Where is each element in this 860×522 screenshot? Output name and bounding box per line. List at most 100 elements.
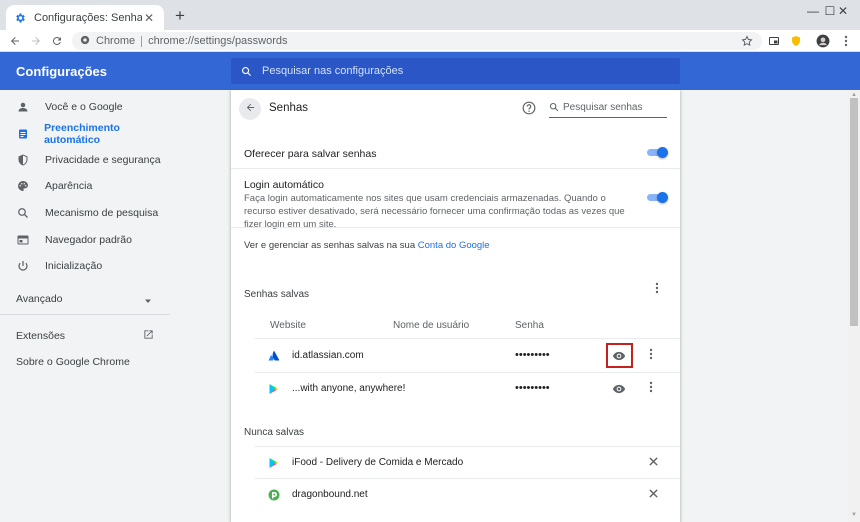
- palette-icon: [16, 179, 30, 193]
- masked-password: •••••••••: [515, 382, 550, 394]
- site-chip-label: Chrome: [96, 35, 136, 47]
- settings-header: Configurações Pesquisar nas configuraçõe…: [0, 52, 860, 90]
- person-icon: [16, 100, 30, 114]
- highlight-box: [606, 343, 633, 368]
- profile-avatar[interactable]: [815, 33, 831, 49]
- new-tab-button[interactable]: +: [172, 7, 188, 24]
- caret-down-icon[interactable]: [144, 294, 152, 308]
- never-saved-title: Nunca salvas: [244, 427, 305, 438]
- sidebar-item-startup[interactable]: Inicialização: [0, 254, 170, 278]
- sidebar-item-label: Mecanismo de pesquisa: [45, 207, 159, 219]
- sidebar-item-about[interactable]: Sobre o Google Chrome: [16, 356, 130, 368]
- saved-site-name: ...with anyone, anywhere!: [292, 383, 406, 394]
- scroll-down-arrow-icon[interactable]: ▼: [848, 510, 860, 520]
- show-password-eye-icon[interactable]: [612, 382, 626, 396]
- help-icon[interactable]: [522, 101, 536, 115]
- sidebar-item-label: Você e o Google: [45, 101, 123, 113]
- dragonbound-icon: [268, 489, 280, 501]
- url-text: chrome://settings/passwords: [148, 35, 288, 47]
- remove-close-icon[interactable]: [648, 456, 660, 468]
- manage-passwords-text: Ver e gerenciar as senhas salvas na sua …: [244, 240, 490, 251]
- settings-title: Configurações: [16, 64, 108, 79]
- extension-shield-icon[interactable]: [788, 33, 804, 49]
- page-title: Senhas: [269, 102, 309, 114]
- menu-dots-icon[interactable]: [838, 33, 854, 49]
- auto-signin-label: Login automático: [244, 179, 324, 191]
- browser-titlebar: Configurações: Senhas ✕ + — ☐ ✕: [0, 0, 860, 30]
- scrollbar-thumb[interactable]: [850, 98, 858, 326]
- column-username: Nome de usuário: [393, 320, 470, 331]
- sidebar-item-label: Privacidade e segurança: [45, 154, 161, 166]
- play-store-icon: [268, 383, 280, 395]
- sidebar-item-autofill[interactable]: Preenchimento automático: [0, 122, 170, 146]
- row-more-icon[interactable]: [649, 381, 659, 397]
- forward-arrow-icon[interactable]: [27, 32, 45, 50]
- sidebar-item-search-engine[interactable]: Mecanismo de pesquisa: [0, 201, 170, 225]
- browser-window-icon: [16, 233, 30, 247]
- search-placeholder: Pesquisar nas configurações: [262, 65, 404, 77]
- auto-signin-description: Faça login automaticamente nos sites que…: [244, 193, 625, 230]
- back-button[interactable]: [239, 98, 261, 120]
- sidebar-item-label: Navegador padrão: [45, 234, 132, 246]
- settings-gear-icon: [14, 12, 26, 24]
- divider: [231, 227, 680, 228]
- browser-toolbar: Chrome chrome://settings/passwords: [0, 30, 860, 52]
- back-arrow-icon: [245, 102, 256, 116]
- bookmark-star-icon[interactable]: [739, 33, 755, 49]
- sidebar-item-appearance[interactable]: Aparência: [0, 174, 170, 198]
- chip-separator: [141, 35, 143, 47]
- column-website: Website: [270, 320, 306, 331]
- search-icon: [549, 101, 559, 115]
- search-icon: [241, 66, 252, 77]
- saved-site-name: id.atlassian.com: [292, 350, 364, 361]
- sidebar-divider: [0, 314, 170, 315]
- column-password: Senha: [515, 320, 544, 331]
- never-site-name: dragonbound.net: [292, 489, 368, 500]
- offer-to-save-label: Oferecer para salvar senhas: [244, 148, 377, 160]
- sidebar-item-label: Aparência: [45, 180, 93, 192]
- remove-close-icon[interactable]: [648, 488, 660, 500]
- saved-passwords-menu-icon[interactable]: [655, 282, 659, 297]
- settings-search-input[interactable]: Pesquisar nas configurações: [231, 58, 680, 84]
- saved-passwords-title: Senhas salvas: [244, 289, 310, 300]
- chrome-site-icon: [80, 35, 90, 48]
- clipboard-icon: [16, 127, 29, 141]
- google-account-link[interactable]: Conta do Google: [418, 240, 490, 251]
- manage-text: Ver e gerenciar as senhas salvas na sua: [244, 240, 418, 251]
- tab-close-icon[interactable]: ✕: [142, 11, 156, 25]
- password-search-placeholder: Pesquisar senhas: [563, 102, 643, 113]
- shield-icon: [16, 153, 30, 167]
- never-saved-row: iFood - Delivery de Comida e Mercado: [255, 447, 680, 479]
- sidebar-item-label: Preenchimento automático: [44, 122, 120, 146]
- sidebar-item-default-browser[interactable]: Navegador padrão: [0, 228, 170, 252]
- divider: [231, 168, 680, 169]
- open-in-new-icon[interactable]: [143, 329, 154, 343]
- sidebar: Você e o Google Preenchimento automático…: [0, 90, 170, 522]
- sidebar-item-you-and-google[interactable]: Você e o Google: [0, 95, 170, 119]
- sidebar-item-privacy[interactable]: Privacidade e segurança: [0, 148, 170, 172]
- row-separator: [255, 338, 680, 339]
- advanced-section-toggle[interactable]: Avançado: [16, 293, 63, 305]
- back-arrow-icon[interactable]: [6, 32, 24, 50]
- reload-icon[interactable]: [48, 32, 66, 50]
- masked-password: •••••••••: [515, 349, 550, 361]
- sidebar-item-label: Inicialização: [45, 260, 103, 272]
- tab-title: Configurações: Senhas: [34, 11, 142, 24]
- address-bar[interactable]: Chrome chrome://settings/passwords: [72, 32, 762, 50]
- search-icon: [16, 206, 30, 220]
- play-store-icon: [268, 457, 280, 469]
- passwords-card: Senhas Pesquisar senhas Oferecer para sa…: [231, 90, 680, 522]
- offer-to-save-toggle[interactable]: [647, 147, 668, 158]
- never-site-name: iFood - Delivery de Comida e Mercado: [292, 457, 464, 468]
- password-search-input[interactable]: Pesquisar senhas: [549, 98, 667, 118]
- auto-signin-toggle[interactable]: [647, 192, 668, 203]
- browser-tab[interactable]: Configurações: Senhas ✕: [6, 5, 164, 30]
- media-router-icon[interactable]: [766, 33, 782, 49]
- row-more-icon[interactable]: [649, 348, 659, 364]
- atlassian-icon: [268, 350, 280, 362]
- saved-password-row: ...with anyone, anywhere! •••••••••: [255, 373, 680, 405]
- close-window-button[interactable]: ✕: [826, 0, 860, 22]
- never-saved-row: dragonbound.net: [255, 479, 680, 511]
- power-icon: [16, 259, 30, 273]
- sidebar-item-extensions[interactable]: Extensões: [16, 330, 65, 342]
